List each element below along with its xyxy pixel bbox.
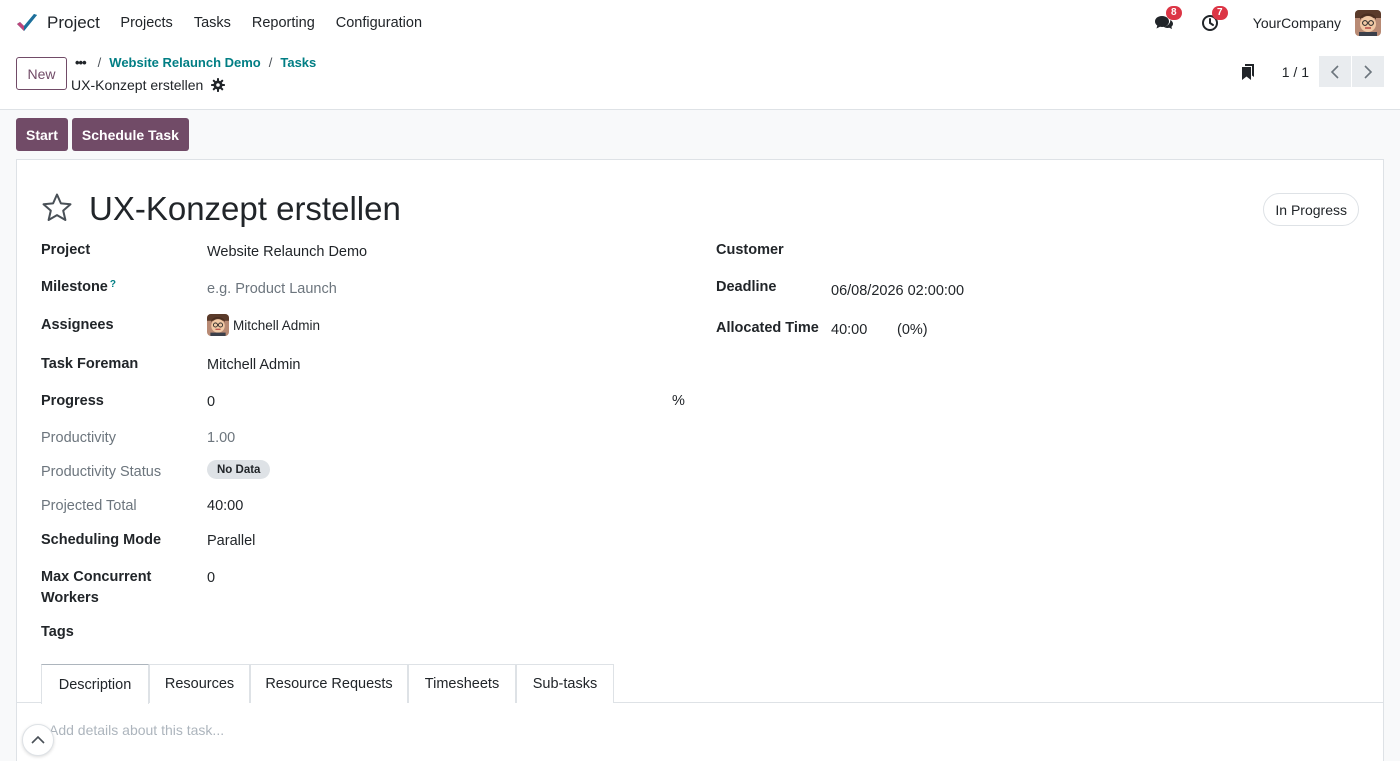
top-navbar: Project Projects Tasks Reporting Configu… [0, 0, 1400, 46]
pager-area: 1 / 1 [1238, 56, 1384, 87]
menu-tasks[interactable]: Tasks [183, 15, 241, 31]
pager-previous-button[interactable] [1319, 56, 1351, 87]
menu-reporting[interactable]: Reporting [241, 15, 325, 31]
tags-label: Tags [41, 624, 74, 640]
milestone-field[interactable]: e.g. Product Launch [207, 281, 337, 297]
progress-field[interactable]: 0 [207, 394, 215, 410]
milestone-label-text: Milestone [41, 279, 108, 295]
assignee-name: Mitchell Admin [233, 317, 321, 333]
project-field[interactable]: Website Relaunch Demo [207, 244, 367, 260]
control-panel: New ••• / Website Relaunch Demo / Tasks … [0, 46, 1400, 110]
tab-resources[interactable]: Resources [149, 664, 250, 703]
tab-timesheets[interactable]: Timesheets [408, 664, 516, 703]
priority-star[interactable] [41, 192, 73, 224]
messages-count-badge: 8 [1165, 6, 1182, 20]
notebook-tabs: Description Resources Resource Requests … [17, 664, 1383, 704]
allocated-time-field[interactable]: 40:00 [831, 322, 867, 338]
productivity-status-label: Productivity Status [41, 464, 162, 480]
projected-total-label: Projected Total [41, 498, 137, 514]
milestone-label: Milestone? [41, 279, 116, 295]
form-sheet: UX-Konzept erstellen In Progress Project… [16, 159, 1384, 761]
projected-total-value: 40:00 [207, 498, 244, 514]
chevron-right-icon [1364, 64, 1373, 79]
project-app-icon [17, 14, 37, 31]
task-title-input[interactable]: UX-Konzept erstellen [89, 190, 401, 228]
progress-unit: % [672, 393, 685, 409]
activities-button[interactable]: 7 [1199, 6, 1228, 34]
statusbar-buttons: Start Schedule Task [16, 118, 189, 151]
pager-value[interactable]: 1 / 1 [1282, 64, 1309, 80]
tab-description[interactable]: Description [41, 664, 149, 704]
assignees-field[interactable]: Mitchell Admin [207, 314, 320, 336]
breadcrumb: ••• / Website Relaunch Demo / Tasks [75, 55, 324, 70]
menu-projects[interactable]: Projects [110, 15, 183, 31]
gear-icon [211, 78, 226, 92]
app-brand[interactable]: Project [15, 11, 100, 35]
max-concurrent-workers-label-line2: Workers [41, 590, 99, 606]
avatar-image-icon [1355, 10, 1381, 36]
milestone-help-icon[interactable]: ? [110, 279, 116, 290]
assignee-avatar [207, 314, 229, 336]
customer-label: Customer [716, 242, 784, 258]
new-button[interactable]: New [16, 57, 67, 90]
deadline-label: Deadline [716, 279, 777, 295]
allocated-time-label: Allocated Time [716, 320, 819, 336]
scheduling-mode-field[interactable]: Parallel [207, 533, 255, 549]
messaging-button[interactable]: 8 [1153, 6, 1182, 34]
assignees-label: Assignees [41, 317, 114, 333]
description-editor[interactable]: Add details about this task... [49, 722, 224, 738]
start-button[interactable]: Start [16, 118, 68, 151]
progress-label: Progress [41, 393, 104, 409]
favorites-button[interactable] [1238, 62, 1258, 82]
max-concurrent-workers-label-line1: Max Concurrent [41, 569, 152, 585]
user-avatar[interactable] [1355, 10, 1381, 36]
breadcrumb-more-icon[interactable]: ••• [75, 55, 87, 70]
activities-count-badge: 7 [1211, 6, 1228, 20]
main-menu: Projects Tasks Reporting Configuration [110, 15, 433, 31]
company-switcher[interactable]: YourCompany [1253, 15, 1341, 31]
scheduling-mode-label: Scheduling Mode [41, 532, 162, 548]
task-foreman-field[interactable]: Mitchell Admin [207, 357, 300, 373]
breadcrumb-project-link[interactable]: Website Relaunch Demo [109, 55, 260, 70]
schedule-task-button[interactable]: Schedule Task [71, 118, 189, 151]
productivity-value: 1.00 [207, 430, 236, 446]
breadcrumb-separator: / [97, 55, 102, 70]
max-concurrent-workers-field[interactable]: 0 [207, 570, 215, 586]
productivity-status-badge: No Data [207, 460, 271, 479]
breadcrumb-separator: / [268, 55, 273, 70]
scroll-to-top-button[interactable] [22, 724, 54, 756]
tab-resource-requests[interactable]: Resource Requests [250, 664, 408, 703]
breadcrumb-tasks-link[interactable]: Tasks [280, 55, 316, 70]
record-actions-gear[interactable] [211, 78, 226, 92]
pager-next-button[interactable] [1352, 56, 1384, 87]
record-title: UX-Konzept erstellen [71, 77, 204, 93]
task-foreman-label: Task Foreman [41, 356, 139, 372]
chevron-up-icon [31, 735, 45, 744]
deadline-field[interactable]: 06/08/2026 02:00:00 [831, 283, 964, 299]
bookmark-icon [1241, 63, 1254, 80]
navbar-right: 8 7 YourCompany [1153, 0, 1400, 46]
project-label: Project [41, 242, 91, 258]
menu-configuration[interactable]: Configuration [325, 15, 432, 31]
allocated-time-percent: (0%) [897, 322, 928, 338]
record-title-row: UX-Konzept erstellen [71, 77, 226, 93]
app-name: Project [47, 13, 100, 32]
tab-sub-tasks[interactable]: Sub-tasks [516, 664, 614, 703]
avatar-image-icon [207, 314, 229, 336]
star-icon [42, 193, 72, 221]
chevron-left-icon [1330, 64, 1339, 79]
productivity-label: Productivity [41, 430, 116, 446]
stage-status-button[interactable]: In Progress [1263, 193, 1359, 226]
